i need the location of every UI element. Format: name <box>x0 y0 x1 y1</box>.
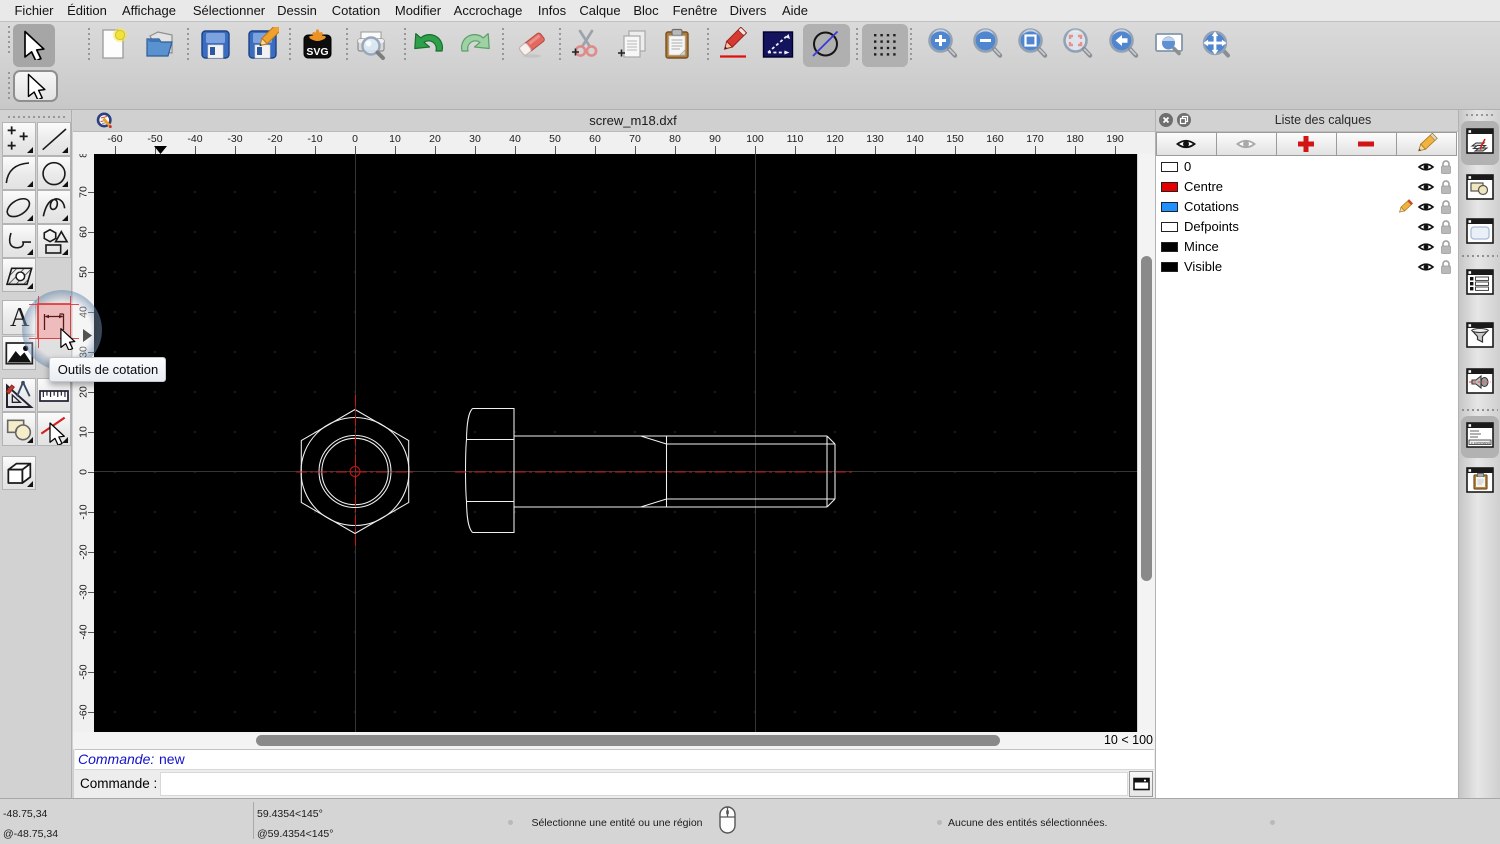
svg-text:c command: c command <box>1471 441 1490 445</box>
svg-text:SVG: SVG <box>306 46 328 58</box>
